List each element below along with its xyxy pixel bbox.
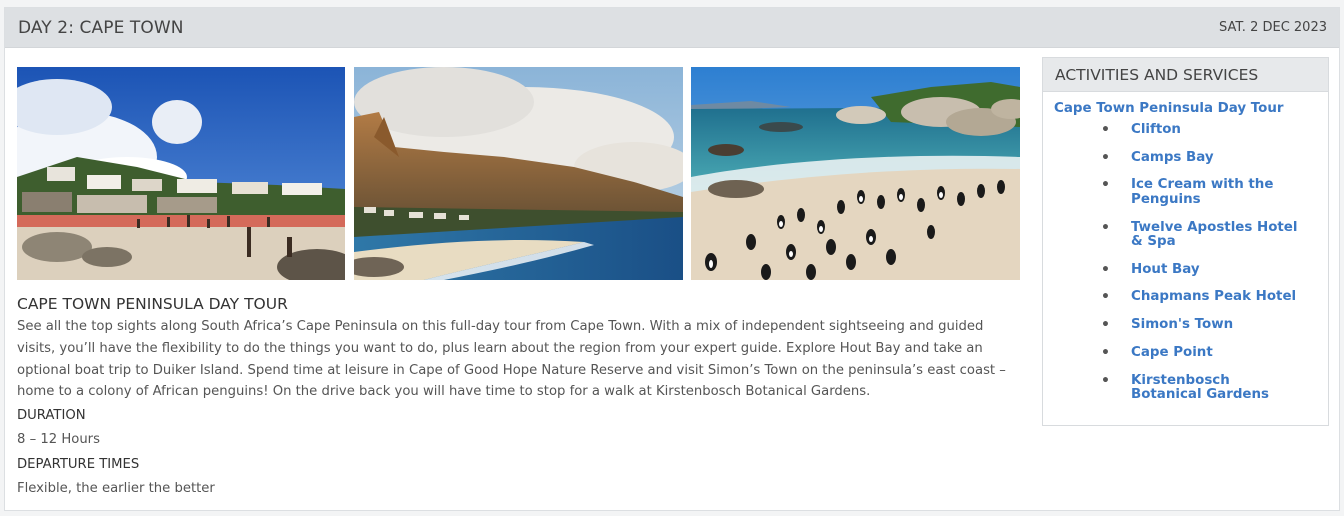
day-header: DAY 2: CAPE TOWN SAT. 2 DEC 2023 xyxy=(5,8,1339,48)
activity-item-cape-point[interactable]: Cape Point xyxy=(1043,345,1328,361)
activities-sidebar: ACTIVITIES AND SERVICES Cape Town Penins… xyxy=(1042,57,1329,426)
clifton-beach-photo[interactable] xyxy=(17,67,345,280)
sidebar-tour-link[interactable]: Cape Town Peninsula Day Tour xyxy=(1043,92,1328,118)
tour-description: See all the top sights along South Afric… xyxy=(17,319,1006,400)
activity-list: Clifton Camps Bay Ice Cream with the Pen… xyxy=(1043,118,1328,403)
photo-gallery xyxy=(17,67,1020,280)
activity-item-kirstenbosch[interactable]: Kirstenbosch Botanical Gardens xyxy=(1043,373,1328,403)
day-date: SAT. 2 DEC 2023 xyxy=(1219,20,1327,35)
duration-value: 8 – 12 Hours xyxy=(17,432,100,448)
duration-label: DURATION xyxy=(17,408,86,424)
camps-bay-twelve-apostles-photo[interactable] xyxy=(354,67,683,280)
activity-item-hout-bay[interactable]: Hout Bay xyxy=(1043,262,1328,278)
day-card: DAY 2: CAPE TOWN SAT. 2 DEC 2023 CAPE TO… xyxy=(4,7,1340,511)
activity-item-chapmans-peak[interactable]: Chapmans Peak Hotel xyxy=(1043,290,1328,305)
activity-item-twelve-apostles[interactable]: Twelve Apostles Hotel & Spa xyxy=(1043,220,1328,250)
sidebar-title: ACTIVITIES AND SERVICES xyxy=(1043,58,1328,92)
day-title: DAY 2: CAPE TOWN xyxy=(18,17,184,38)
tour-title: CAPE TOWN PENINSULA DAY TOUR xyxy=(17,295,288,313)
boulders-beach-penguins-photo[interactable] xyxy=(691,67,1020,280)
activity-item-clifton[interactable]: Clifton xyxy=(1043,122,1328,138)
tour-details: CAPE TOWN PENINSULA DAY TOUR See all the… xyxy=(17,294,1017,501)
activity-item-camps-bay[interactable]: Camps Bay xyxy=(1043,150,1328,166)
activity-item-simons-town[interactable]: Simon's Town xyxy=(1043,318,1328,333)
departure-value: Flexible, the earlier the better xyxy=(17,481,215,497)
activity-item-ice-cream-penguins[interactable]: Ice Cream with the Penguins xyxy=(1043,178,1328,207)
departure-label: DEPARTURE TIMES xyxy=(17,457,140,473)
